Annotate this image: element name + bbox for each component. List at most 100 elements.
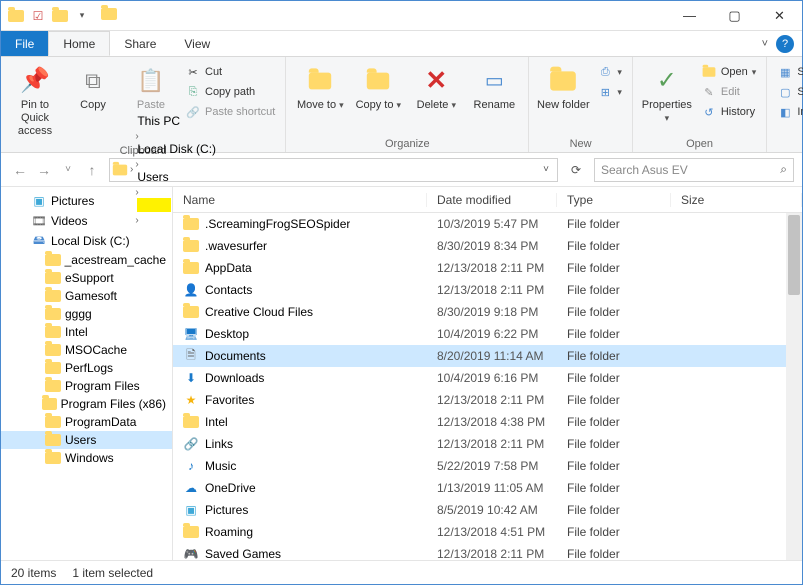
tree-item[interactable]: Program Files (x86) [1,395,172,413]
table-row[interactable]: 🗎Documents8/20/2019 11:14 AMFile folder [173,345,802,367]
minimize-ribbon-icon[interactable]: ˅ [762,38,768,50]
copy-to-button[interactable]: Copy to ▾ [350,61,406,116]
table-row[interactable]: 🖥Desktop10/4/2019 6:22 PMFile folder [173,323,802,345]
properties-button[interactable]: ✓ Properties ▾ [639,61,695,129]
move-to-button[interactable]: Move to ▾ [292,61,348,116]
address-bar[interactable]: › This PC›Local Disk (C:)›Users› › ˅ [109,158,558,182]
group-new: New folder ⎙▾ ⊞▾ New [529,57,633,152]
paste-shortcut-icon: 🔗 [185,104,201,120]
breadcrumb-item[interactable]: Local Disk (C:) [135,142,218,156]
new-folder-qat-icon[interactable] [51,7,69,25]
table-row[interactable]: Creative Cloud Files8/30/2019 9:18 PMFil… [173,301,802,323]
tree-item[interactable]: ProgramData [1,413,172,431]
paste-button[interactable]: 📋 Paste [123,61,179,116]
open-button[interactable]: Open ▾ [699,63,758,81]
table-row[interactable]: Intel12/13/2018 4:38 PMFile folder [173,411,802,433]
up-button[interactable]: ↑ [81,159,103,181]
select-none-button[interactable]: ▢Select none [775,83,803,101]
recent-locations-button[interactable]: ˅ [57,159,79,181]
column-date[interactable]: Date modified [427,193,557,207]
tree-item[interactable]: MSOCache [1,341,172,359]
column-type[interactable]: Type [557,193,671,207]
tree-item[interactable]: 🎞Videos [1,211,172,231]
column-name[interactable]: Name [173,193,427,207]
tree-item[interactable]: _acestream_cache [1,251,172,269]
tab-home[interactable]: Home [48,31,110,56]
history-icon: ↺ [701,104,717,120]
copy-path-button[interactable]: ⎘Copy path [183,83,277,101]
tree-item[interactable]: eSupport [1,269,172,287]
new-folder-icon [547,65,579,97]
paste-shortcut-button[interactable]: 🔗Paste shortcut [183,103,277,121]
tree-item[interactable]: PerfLogs [1,359,172,377]
move-to-icon [304,65,336,97]
new-item-button[interactable]: ⎙▾ [595,63,624,81]
navigation-bar: ← → ˅ ↑ › This PC›Local Disk (C:)›Users›… [1,153,802,187]
status-selected-count: 1 item selected [72,566,153,580]
delete-icon: ✕ [420,65,452,97]
refresh-button[interactable]: ⟳ [564,158,588,182]
address-dropdown-icon[interactable]: ˅ [537,164,555,175]
search-icon: ⌕ [780,162,787,177]
new-folder-button[interactable]: New folder [535,61,591,116]
tree-item[interactable]: Gamesoft [1,287,172,305]
table-row[interactable]: Roaming12/13/2018 4:51 PMFile folder [173,521,802,543]
column-headers[interactable]: Name Date modified Type Size [173,187,802,213]
easy-access-button[interactable]: ⊞▾ [595,83,624,101]
tree-item[interactable]: Windows [1,449,172,467]
table-row[interactable]: 🎮Saved Games12/13/2018 2:11 PMFile folde… [173,543,802,560]
close-button[interactable]: ✕ [757,1,802,31]
table-row[interactable]: ☁OneDrive1/13/2019 11:05 AMFile folder [173,477,802,499]
back-button[interactable]: ← [9,159,31,181]
history-button[interactable]: ↺History [699,103,758,121]
tab-file[interactable]: File [1,31,48,56]
table-row[interactable]: ♪Music5/22/2019 7:58 PMFile folder [173,455,802,477]
minimize-button[interactable]: — [667,1,712,31]
qat-dropdown-icon[interactable]: ▾ [73,7,91,25]
forward-button[interactable]: → [33,159,55,181]
search-placeholder: Search Asus EV [601,163,780,177]
chevron-down-icon: ▾ [451,100,456,110]
delete-button[interactable]: ✕ Delete ▾ [408,61,464,116]
folder-icon [112,162,128,178]
pin-icon: 📌 [19,65,51,97]
table-row[interactable]: ⬇Downloads10/4/2019 6:16 PMFile folder [173,367,802,389]
table-row[interactable]: ▣Pictures8/5/2019 10:42 AMFile folder [173,499,802,521]
copy-button[interactable]: ⧉ Copy [65,61,121,116]
easy-access-icon: ⊞ [597,84,613,100]
rename-button[interactable]: ▭ Rename [466,61,522,116]
search-input[interactable]: Search Asus EV ⌕ [594,158,794,182]
tree-item[interactable]: Intel [1,323,172,341]
tab-view[interactable]: View [170,31,224,56]
table-row[interactable]: 👤Contacts12/13/2018 2:11 PMFile folder [173,279,802,301]
vertical-scrollbar[interactable] [786,213,802,560]
tree-item[interactable]: Users [1,431,172,449]
invert-selection-button[interactable]: ◧Invert selection [775,103,803,121]
title-icon [101,8,117,23]
help-icon[interactable]: ? [776,35,794,53]
tree-item[interactable]: ▣Pictures [1,191,172,211]
table-row[interactable]: .ScreamingFrogSEOSpider10/3/2019 5:47 PM… [173,213,802,235]
breadcrumb-item[interactable]: Users [135,170,218,184]
table-row[interactable]: AppData12/13/2018 2:11 PMFile folder [173,257,802,279]
pin-to-quick-access-button[interactable]: 📌 Pin to Quick access [7,61,63,143]
navigation-tree[interactable]: ▣Pictures🎞Videos🖴Local Disk (C:)_acestre… [1,187,173,560]
tree-item[interactable]: gggg [1,305,172,323]
cut-button[interactable]: ✂Cut [183,63,277,81]
tree-item[interactable]: Program Files [1,377,172,395]
table-row[interactable]: 🔗Links12/13/2018 2:11 PMFile folder [173,433,802,455]
select-all-button[interactable]: ▦Select all [775,63,803,81]
edit-button[interactable]: ✎Edit [699,83,758,101]
table-row[interactable]: .wavesurfer8/30/2019 8:34 PMFile folder [173,235,802,257]
open-icon [701,64,717,80]
group-organize: Move to ▾ Copy to ▾ ✕ Delete ▾ ▭ Rename … [286,57,529,152]
tree-item[interactable]: 🖴Local Disk (C:) [1,231,172,251]
scrollbar-thumb[interactable] [788,215,800,295]
table-row[interactable]: ★Favorites12/13/2018 2:11 PMFile folder [173,389,802,411]
maximize-button[interactable]: ▢ [712,1,757,31]
properties-qat-icon[interactable]: ☑ [29,7,47,25]
column-size[interactable]: Size [671,193,802,207]
rename-icon: ▭ [478,65,510,97]
tab-share[interactable]: Share [110,31,170,56]
title-bar: ☑ ▾ — ▢ ✕ [1,1,802,31]
